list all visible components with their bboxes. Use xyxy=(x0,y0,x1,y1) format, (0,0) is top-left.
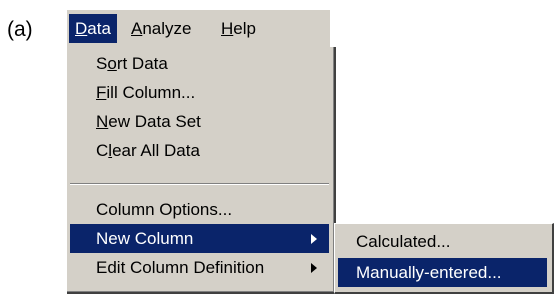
menu-help[interactable]: Help xyxy=(215,14,262,43)
menu-analyze[interactable]: Analyze xyxy=(125,14,197,43)
menu-item-sort-data[interactable]: Sort Data xyxy=(70,49,329,78)
menu-item-text: ear All Data xyxy=(112,141,200,160)
menu-item-clear-all-data[interactable]: Clear All Data xyxy=(70,136,329,165)
menu-item-text: Column Options... xyxy=(96,200,233,219)
menu-data-label: ata xyxy=(87,19,111,38)
menu-item-text: rt Data xyxy=(116,54,168,73)
menu-item-mnemonic: F xyxy=(96,83,107,102)
menu-item-text: New Column xyxy=(96,229,194,248)
menu-item-text: ill Column... xyxy=(106,83,196,102)
menu-analyze-mnemonic: A xyxy=(131,19,143,38)
menu-bar: Data Analyze Help xyxy=(67,10,330,47)
menu-item-edit-column-definition[interactable]: Edit Column Definition xyxy=(70,253,329,282)
submenu-item-manually-entered[interactable]: Manually-entered... xyxy=(338,258,547,287)
menu-item-mnemonic: o xyxy=(107,54,117,73)
menu-item-column-options[interactable]: Column Options... xyxy=(70,195,329,224)
menu-data[interactable]: Data xyxy=(69,14,117,43)
menu-analyze-label: nalyze xyxy=(142,19,192,38)
menu-item-new-column[interactable]: New Column xyxy=(70,224,329,253)
menu-item-text: C xyxy=(96,141,109,160)
menu-item-fill-column[interactable]: Fill Column... xyxy=(70,78,329,107)
menu-item-mnemonic: N xyxy=(96,112,109,131)
menu-item-new-data-set[interactable]: New Data Set xyxy=(70,107,329,136)
menu-item-text: Edit Column Definition xyxy=(96,258,265,277)
submenu-arrow-icon xyxy=(311,234,317,244)
submenu-arrow-icon xyxy=(311,263,317,273)
menu-help-mnemonic: H xyxy=(221,19,234,38)
submenu-item-calculated[interactable]: Calculated... xyxy=(338,227,547,256)
menu-separator xyxy=(70,183,329,185)
menu-data-mnemonic: D xyxy=(75,19,88,38)
data-menu-dropdown: Sort Data Fill Column... New Data Set Cl… xyxy=(67,47,336,294)
menu-item-text: ew Data Set xyxy=(108,112,201,131)
new-column-submenu: Calculated... Manually-entered... xyxy=(334,223,554,294)
menu-item-text: S xyxy=(96,54,108,73)
figure-label: (a) xyxy=(7,18,33,41)
menu-help-label: elp xyxy=(233,19,256,38)
